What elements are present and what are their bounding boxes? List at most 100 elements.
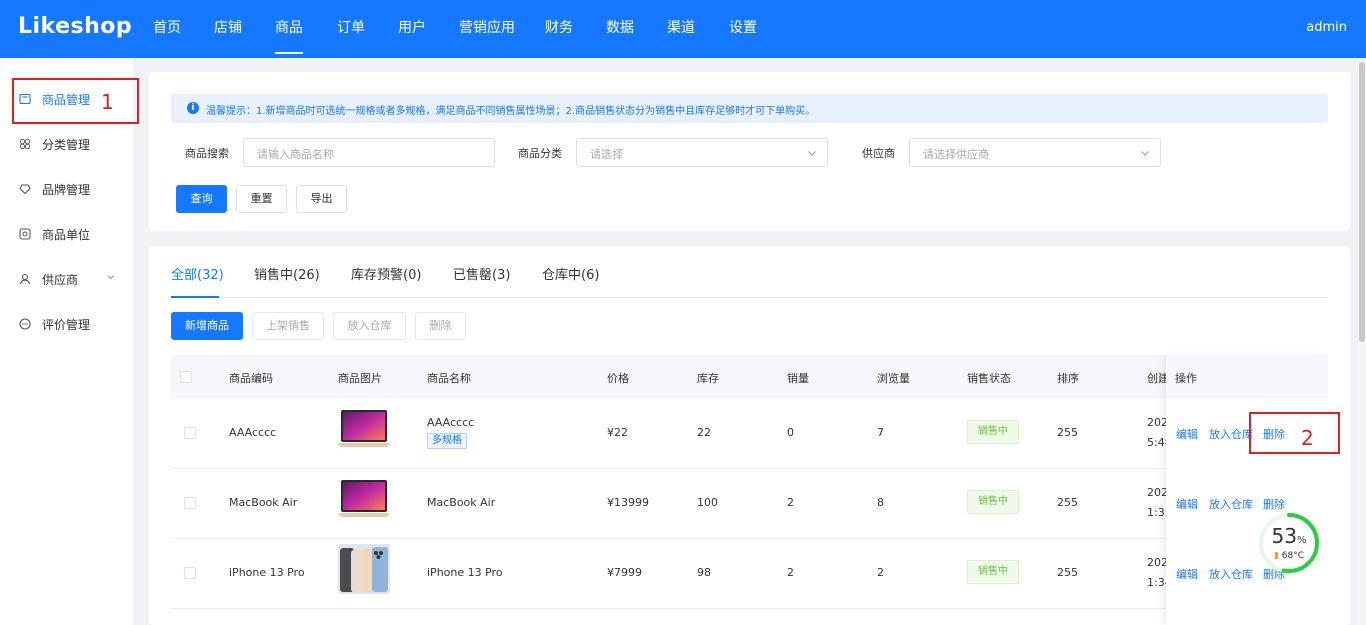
sidebar-item-goods-unit[interactable]: 商品单位 bbox=[0, 213, 133, 258]
tip-banner: i 温馨提示：1.新增商品时可选统一规格或者多规格，满足商品不同销售属性场景；2… bbox=[171, 94, 1328, 123]
move-to-warehouse-button[interactable]: 放入仓库 bbox=[333, 312, 406, 340]
tip-text: 温馨提示：1.新增商品时可选统一规格或者多规格，满足商品不同销售属性场景；2.商… bbox=[206, 106, 816, 117]
supplier-icon bbox=[19, 273, 31, 285]
col-stock: 库存 bbox=[697, 372, 719, 385]
status-badge: 销售中 bbox=[967, 490, 1019, 514]
cell-price: ¥22 bbox=[607, 426, 628, 439]
edit-link[interactable]: 编辑 bbox=[1176, 496, 1198, 512]
tab-active-indicator bbox=[171, 296, 219, 298]
unit-icon bbox=[19, 228, 31, 240]
filter-card: i 温馨提示：1.新增商品时可选统一规格或者多规格，满足商品不同销售属性场景；2… bbox=[149, 72, 1350, 231]
col-operations: 操作 bbox=[1175, 372, 1197, 385]
cell-code: MacBook Air bbox=[229, 496, 298, 509]
sidebar-item-category-management[interactable]: 分类管理 bbox=[0, 123, 133, 168]
add-goods-button[interactable]: 新增商品 bbox=[171, 312, 243, 340]
edit-link[interactable]: 编辑 bbox=[1176, 566, 1198, 582]
category-label: 商品分类 bbox=[518, 147, 562, 160]
move-to-warehouse-link[interactable]: 放入仓库 bbox=[1209, 426, 1253, 442]
nav-data[interactable]: 数据 bbox=[606, 17, 634, 37]
cell-sales: 2 bbox=[787, 566, 794, 579]
edit-link[interactable]: 编辑 bbox=[1176, 426, 1198, 442]
nav-orders[interactable]: 订单 bbox=[337, 17, 365, 37]
category-select[interactable]: 请选择 bbox=[576, 138, 828, 167]
sidebar: 商品管理 分类管理 品牌管理 商品单位 供应商 评价管理 bbox=[0, 58, 133, 625]
tab-stock-warning[interactable]: 库存预警(0) bbox=[351, 264, 421, 283]
category-placeholder: 请选择 bbox=[590, 148, 623, 161]
search-label: 商品搜索 bbox=[185, 147, 229, 160]
cell-created-date: 202 bbox=[1147, 416, 1168, 429]
cell-views: 2 bbox=[877, 566, 884, 579]
row-checkbox[interactable] bbox=[184, 427, 196, 439]
reset-button[interactable]: 重置 bbox=[236, 185, 287, 213]
select-all-checkbox[interactable] bbox=[180, 371, 192, 383]
nav-store[interactable]: 店铺 bbox=[214, 17, 242, 37]
cell-sort: 255 bbox=[1057, 426, 1078, 439]
tab-divider bbox=[171, 297, 1328, 298]
scrollbar-thumb[interactable] bbox=[1359, 62, 1365, 342]
thermometer-icon: ▮ bbox=[1273, 551, 1279, 561]
supplier-select[interactable]: 请选择供应商 bbox=[909, 138, 1161, 167]
annotation-number-2: 2 bbox=[1301, 426, 1314, 450]
export-button[interactable]: 导出 bbox=[296, 185, 347, 213]
annotation-number-1: 1 bbox=[101, 90, 114, 114]
col-image: 商品图片 bbox=[338, 372, 382, 385]
table-row[interactable]: MacBook Air MacBook Air ¥13999 100 2 8 销… bbox=[171, 469, 1328, 539]
sidebar-item-label: 评价管理 bbox=[42, 318, 91, 332]
query-button[interactable]: 查询 bbox=[176, 185, 227, 213]
sidebar-item-supplier[interactable]: 供应商 bbox=[0, 258, 133, 303]
cpu-gauge-widget[interactable]: 53% ▮ 68°C bbox=[1257, 511, 1321, 575]
row-checkbox[interactable] bbox=[184, 567, 196, 579]
app-logo[interactable]: Likeshop bbox=[18, 14, 132, 39]
page-scrollbar[interactable] bbox=[1358, 58, 1366, 625]
row-checkbox[interactable] bbox=[184, 497, 196, 509]
col-name: 商品名称 bbox=[427, 372, 471, 385]
iphone-image bbox=[338, 544, 390, 594]
operations-column: 操作 编辑 放入仓库 删除 编辑 放入仓库 删除 编辑 放入仓库 删除 bbox=[1166, 355, 1328, 625]
put-on-sale-button[interactable]: 上架销售 bbox=[252, 312, 324, 340]
nav-finance[interactable]: 财务 bbox=[545, 17, 573, 37]
nav-channels[interactable]: 渠道 bbox=[667, 17, 695, 37]
cell-name: AAAcccc bbox=[427, 416, 475, 429]
category-icon bbox=[19, 138, 31, 150]
goods-list-card: 全部(32) 销售中(26) 库存预警(0) 已售罄(3) 仓库中(6) 新增商… bbox=[149, 246, 1350, 625]
tab-warehouse[interactable]: 仓库中(6) bbox=[542, 264, 599, 283]
brand-icon bbox=[19, 184, 31, 195]
cell-code: AAAcccc bbox=[229, 426, 277, 439]
col-sort: 排序 bbox=[1057, 372, 1079, 385]
search-input[interactable]: 请输入商品名称 bbox=[243, 138, 495, 167]
chevron-down-icon[interactable] bbox=[106, 272, 116, 282]
move-to-warehouse-link[interactable]: 放入仓库 bbox=[1209, 496, 1253, 512]
sidebar-item-brand-management[interactable]: 品牌管理 bbox=[0, 168, 133, 213]
nav-settings[interactable]: 设置 bbox=[729, 17, 757, 37]
status-badge: 销售中 bbox=[967, 560, 1019, 584]
sidebar-item-review-management[interactable]: 评价管理 bbox=[0, 303, 133, 348]
batch-delete-button[interactable]: 删除 bbox=[415, 312, 466, 340]
sidebar-item-label: 分类管理 bbox=[42, 138, 91, 152]
table-row[interactable]: AAAcccc AAAcccc 多规格 ¥22 22 0 7 销售中 255 2… bbox=[171, 399, 1328, 469]
table-row[interactable]: iPhone 13 Pro iPhone 13 Pro ¥7999 98 2 2… bbox=[171, 539, 1328, 609]
chevron-down-icon bbox=[1141, 151, 1149, 156]
cell-name: iPhone 13 Pro bbox=[427, 566, 503, 579]
nav-home[interactable]: 首页 bbox=[153, 17, 181, 37]
cell-sales: 2 bbox=[787, 496, 794, 509]
table-header: 商品编码 商品图片 商品名称 价格 库存 销量 浏览量 销售状态 排序 创建 bbox=[171, 355, 1328, 399]
move-to-warehouse-link[interactable]: 放入仓库 bbox=[1209, 566, 1253, 582]
nav-users[interactable]: 用户 bbox=[398, 17, 426, 37]
tab-all[interactable]: 全部(32) bbox=[171, 264, 224, 283]
cell-created-date: 202 bbox=[1147, 486, 1168, 499]
nav-goods[interactable]: 商品 bbox=[275, 17, 303, 54]
delete-link[interactable]: 删除 bbox=[1263, 496, 1285, 512]
info-icon: i bbox=[187, 102, 199, 114]
cell-sort: 255 bbox=[1057, 566, 1078, 579]
cell-price: ¥13999 bbox=[607, 496, 649, 509]
annotation-box-2 bbox=[1249, 412, 1340, 454]
tab-sold-out[interactable]: 已售罄(3) bbox=[453, 264, 510, 283]
cell-created-date: 202 bbox=[1147, 556, 1168, 569]
nav-marketing[interactable]: 营销应用 bbox=[459, 17, 515, 37]
col-sales: 销量 bbox=[787, 372, 809, 385]
user-menu[interactable]: admin bbox=[1306, 20, 1347, 35]
macbook-image bbox=[338, 410, 390, 447]
top-navbar: Likeshop 首页 店铺 商品 订单 用户 营销应用 财务 数据 渠道 设置… bbox=[0, 0, 1366, 58]
tab-on-sale[interactable]: 销售中(26) bbox=[254, 264, 320, 283]
gauge-value: 53% bbox=[1257, 524, 1321, 548]
